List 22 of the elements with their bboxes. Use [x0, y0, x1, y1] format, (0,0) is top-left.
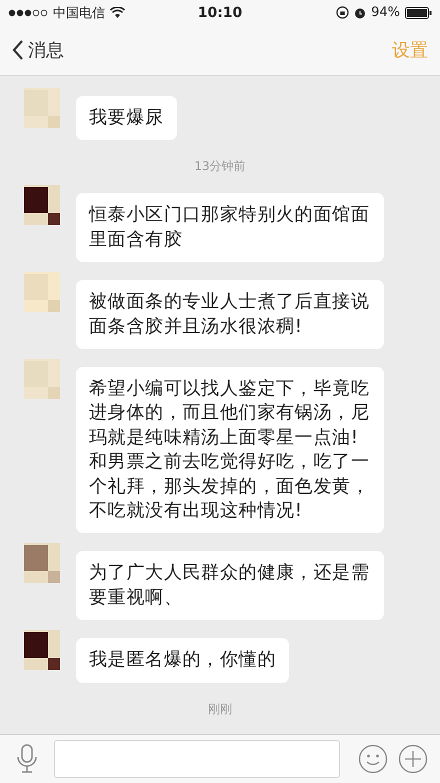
battery-icon [405, 6, 432, 18]
signal-icon [8, 8, 48, 16]
message-bubble: 恒泰小区门口那家特别火的面馆面里面含有胶 [76, 193, 384, 262]
message-bubble: 我要爆尿 [76, 96, 177, 140]
status-time: 10:10 [198, 4, 242, 20]
message-input[interactable] [54, 740, 340, 778]
battery-percent: 94% [371, 5, 400, 20]
timestamp: 13分钟前 [194, 158, 246, 176]
message-bubble: 为了广大人民群众的健康，还是需要重视啊、 [76, 551, 384, 620]
timestamp: 刚刚 [208, 700, 232, 718]
microphone-icon[interactable] [16, 744, 38, 774]
back-button[interactable]: 消息 [12, 38, 64, 62]
message-bubble: 被做面条的专业人士煮了后直接说面条含胶并且汤水很浓稠! [76, 280, 384, 350]
rotation-lock-icon [336, 6, 350, 19]
back-chevron-icon [12, 40, 24, 60]
message-bubble: 我是匿名爆的，你懂的 [76, 638, 289, 683]
smiley-icon[interactable] [358, 744, 388, 774]
wifi-icon [110, 7, 125, 18]
alarm-icon [354, 6, 366, 18]
plus-icon[interactable] [398, 744, 428, 774]
carrier-name: 中国电信 [53, 4, 105, 22]
message-bubble: 希望小编可以找人鉴定下，毕竟吃进身体的，而且他们家有锅汤，尼玛就是纯味精汤上面零星一点油!和男票之前去吃觉得好吃，吃了一个礼拜，那头发掉的，面色发黄，不吃就没有出现这种情况! [76, 367, 384, 534]
